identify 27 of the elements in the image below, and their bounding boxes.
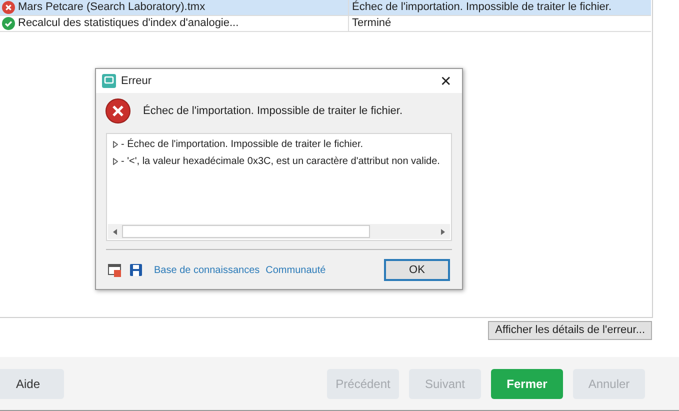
task-row[interactable]: Mars Petcare (Search Laboratory).tmx Échec de l'importation. Impossible de traiter le fichier. [0, 0, 651, 16]
error-details-button[interactable]: Afficher les détails de l'erreur... [488, 321, 652, 340]
error-icon [105, 98, 131, 124]
task-name: Mars Petcare (Search Laboratory).tmx [18, 0, 206, 16]
detail-text: - '<', la valeur hexadécimale 0x3C, est un caractère d'attribut non valide. [121, 155, 440, 169]
expander-icon[interactable] [113, 141, 118, 148]
task-name: Recalcul des statistiques d'index d'analogie... [18, 16, 239, 32]
close-button[interactable]: ✕ [436, 70, 456, 92]
scroll-left-icon[interactable] [113, 228, 117, 234]
task-row[interactable]: Recalcul des statistiques d'index d'analogie... Terminé [0, 16, 651, 32]
scroll-right-icon[interactable] [441, 228, 445, 234]
check-icon [2, 17, 15, 30]
detail-text: - Échec de l'importation. Impossible de traiter le fichier. [121, 137, 364, 152]
expander-icon[interactable] [113, 158, 118, 165]
save-icon[interactable] [130, 264, 142, 276]
horizontal-scrollbar[interactable] [108, 224, 450, 239]
error-message: Échec de l'importation. Impossible de traiter le fichier. [143, 104, 402, 119]
help-link[interactable]: Base de connaissances [154, 262, 260, 278]
app-icon [102, 74, 116, 88]
window-error-icon[interactable] [108, 264, 122, 276]
error-icon [2, 1, 15, 14]
help-link[interactable]: Communauté [266, 262, 326, 278]
task-status: Échec de l'importation. Impossible de traiter le fichier. [351, 0, 612, 16]
dialog-title: Erreur [121, 74, 152, 89]
footer-button[interactable]: Aide [0, 368, 64, 398]
ok-button[interactable]: OK [384, 259, 450, 281]
task-status: Terminé [351, 16, 392, 32]
